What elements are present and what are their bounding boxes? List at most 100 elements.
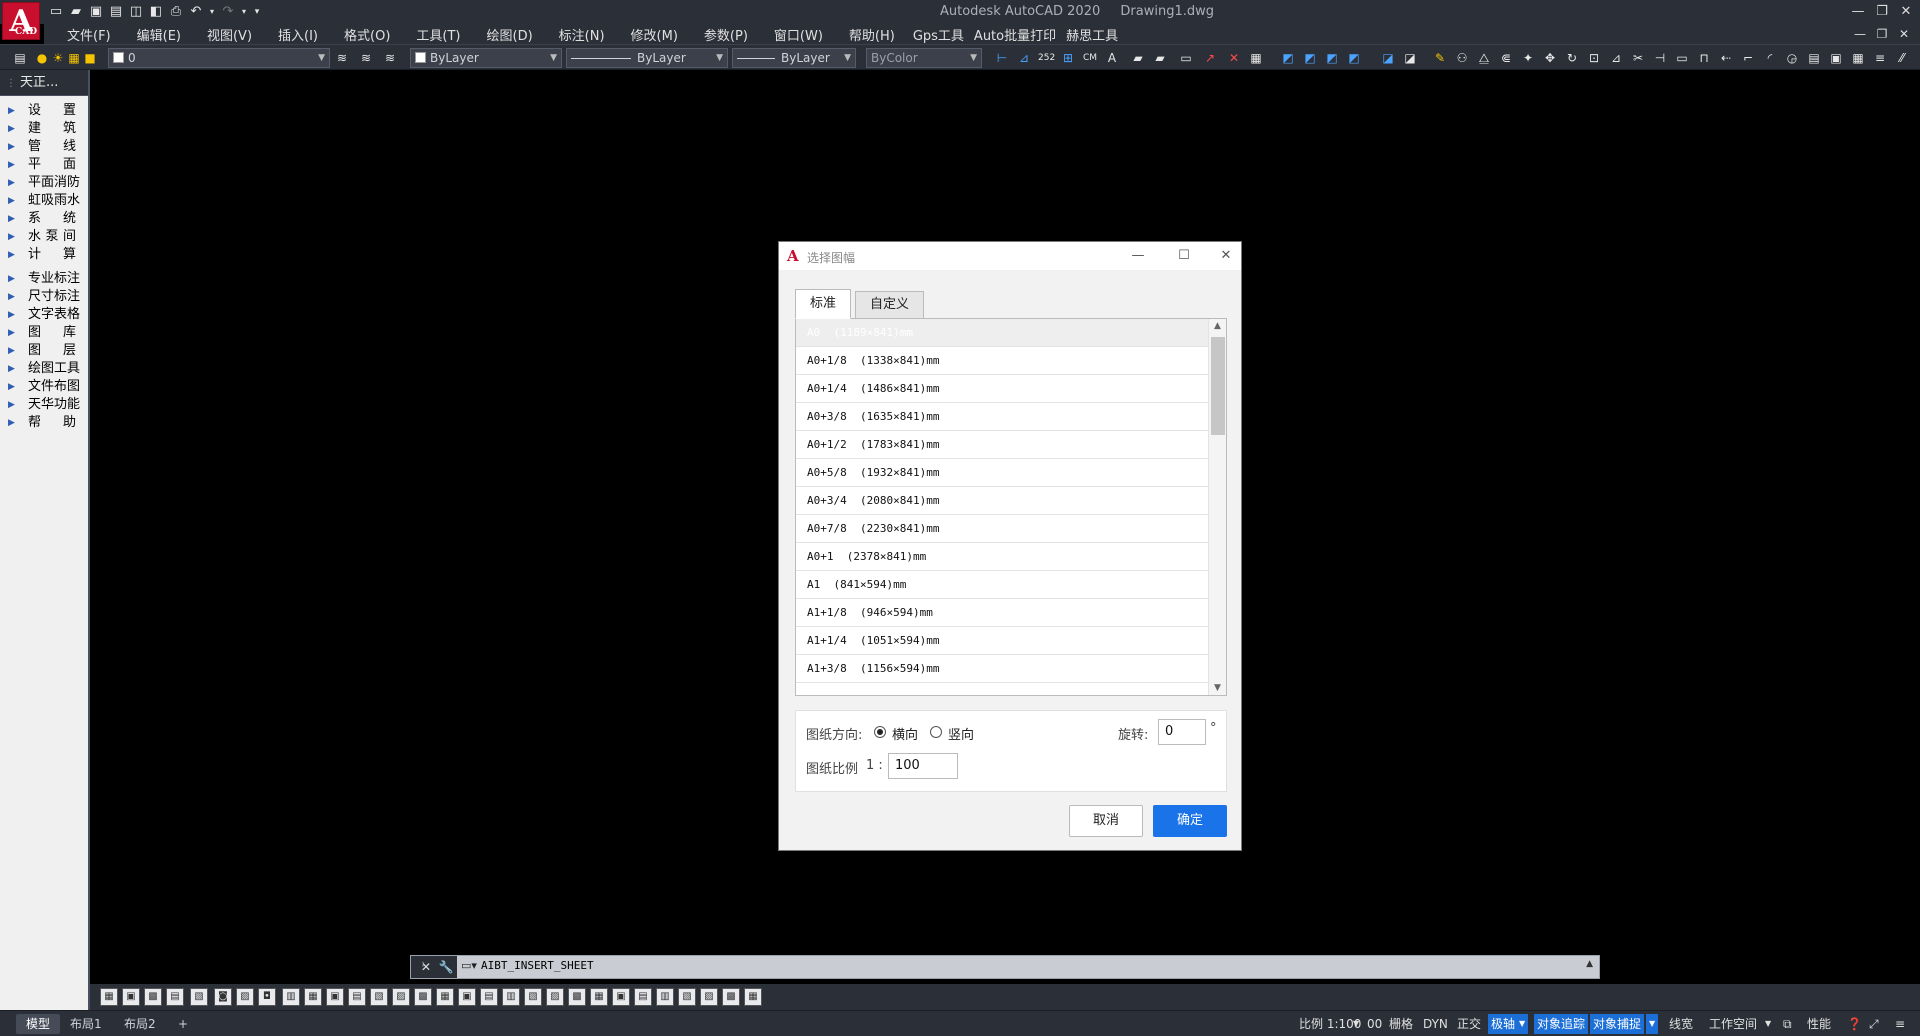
block-icon[interactable]: ▰ bbox=[1130, 50, 1146, 66]
tz-item-plan[interactable]: ▶ 平 面 bbox=[0, 156, 88, 174]
portrait-radio[interactable] bbox=[930, 726, 942, 738]
tab-standard[interactable]: 标准 bbox=[795, 289, 852, 319]
performance-toggle[interactable]: 性能 bbox=[1804, 1014, 1834, 1034]
lineweight-toggle[interactable]: 线宽 bbox=[1666, 1014, 1696, 1034]
erase-icon[interactable]: ✎ bbox=[1432, 50, 1448, 66]
offset-icon[interactable]: ⋐ bbox=[1498, 50, 1514, 66]
tz-item-architecture[interactable]: ▶ 建 筑 bbox=[0, 120, 88, 138]
menu-draw[interactable]: 绘图(D) bbox=[474, 25, 546, 44]
send-back-icon[interactable]: ◩ bbox=[1302, 50, 1318, 66]
list-item[interactable]: A1+1/8 (946×594)mm bbox=[796, 599, 1208, 627]
layer-manager-icon[interactable]: ▤ bbox=[12, 50, 28, 66]
grip-icon[interactable]: ⋮ bbox=[6, 78, 16, 89]
layer-thaw-icon[interactable]: ☀ bbox=[50, 50, 66, 66]
save-icon[interactable]: ▣ bbox=[88, 4, 104, 20]
dim-aligned-icon[interactable]: ⊿ bbox=[1016, 50, 1032, 66]
otrack-toggle[interactable]: 对象追踪 bbox=[1534, 1014, 1589, 1034]
menu-file[interactable]: 文件(F) bbox=[54, 25, 124, 44]
list-item[interactable]: A1 (841×594)mm bbox=[796, 571, 1208, 599]
tz-tool-22-icon[interactable]: ▩ bbox=[568, 988, 586, 1006]
tz-tool-25-icon[interactable]: ▤ bbox=[634, 988, 652, 1006]
bring-above-icon[interactable]: ◩ bbox=[1324, 50, 1340, 66]
tz-item-file-layout[interactable]: ▶ 文件布图 bbox=[0, 378, 88, 396]
menu-dimension[interactable]: 标注(N) bbox=[546, 25, 618, 44]
minimize-icon[interactable]: — bbox=[1848, 2, 1868, 22]
doc-minimize-icon[interactable]: — bbox=[1852, 26, 1868, 42]
list-item[interactable]: A1+3/8 (1156×594)mm bbox=[796, 655, 1208, 683]
tz-tool-8-icon[interactable]: ◘ bbox=[258, 988, 276, 1006]
doc-restore-icon[interactable]: ❐ bbox=[1874, 26, 1890, 42]
osnap-toggle[interactable]: 对象捕捉 bbox=[1590, 1014, 1645, 1034]
tz-tool-3-icon[interactable]: ▩ bbox=[144, 988, 162, 1006]
zoom-window-icon[interactable]: ⊞ bbox=[1060, 50, 1076, 66]
menu-batch-print[interactable]: Auto批量打印 bbox=[969, 25, 1061, 44]
tz-tool-7-icon[interactable]: ▨ bbox=[236, 988, 254, 1006]
arrow-icon[interactable]: ↗ bbox=[1202, 50, 1218, 66]
list-item[interactable]: A0+1/4 (1486×841)mm bbox=[796, 375, 1208, 403]
polar-dropdown-icon[interactable]: ▼ bbox=[1516, 1014, 1529, 1034]
tz-tool-14-icon[interactable]: ▨ bbox=[392, 988, 410, 1006]
list-item[interactable]: A0 (1189×841)mm bbox=[796, 319, 1208, 347]
tz-tool-20-icon[interactable]: ▧ bbox=[524, 988, 542, 1006]
move-icon[interactable]: ✥ bbox=[1542, 50, 1558, 66]
properties-icon[interactable]: ▣ bbox=[1828, 50, 1844, 66]
tz-item-tianhua-functions[interactable]: ▶ 天华功能 bbox=[0, 396, 88, 414]
tz-item-calculation[interactable]: ▶ 计 算 bbox=[0, 246, 88, 264]
extend-icon[interactable]: ⊣ bbox=[1652, 50, 1668, 66]
tz-tool-23-icon[interactable]: ▦ bbox=[590, 988, 608, 1006]
restore-icon[interactable]: ❐ bbox=[1872, 2, 1892, 22]
send-under-icon[interactable]: ◩ bbox=[1346, 50, 1362, 66]
break-icon[interactable]: ⊓ bbox=[1696, 50, 1712, 66]
tz-item-pump-room[interactable]: ▶ 水 泵 间 bbox=[0, 228, 88, 246]
explode-icon[interactable]: ▤ bbox=[1806, 50, 1822, 66]
dim-linear-icon[interactable]: ⊢ bbox=[994, 50, 1010, 66]
dialog-maximize-icon[interactable]: ☐ bbox=[1173, 246, 1195, 266]
list-item[interactable]: A0+5/8 (1932×841)mm bbox=[796, 459, 1208, 487]
text-252-icon[interactable]: 252 bbox=[1038, 50, 1055, 66]
doc-close-icon[interactable]: ✕ bbox=[1896, 26, 1912, 42]
tz-item-settings[interactable]: ▶ 设 置 bbox=[0, 102, 88, 120]
scroll-down-icon[interactable]: ▼ bbox=[1209, 683, 1226, 693]
save-as-icon[interactable]: ▤ bbox=[108, 4, 124, 20]
undo-dropdown-icon[interactable]: ▾ bbox=[208, 4, 216, 20]
menu-help[interactable]: 帮助(H) bbox=[836, 25, 908, 44]
menu-modify[interactable]: 修改(M) bbox=[618, 25, 691, 44]
polar-toggle[interactable]: 极轴 bbox=[1488, 1014, 1519, 1034]
dialog-minimize-icon[interactable]: — bbox=[1127, 246, 1149, 266]
tab-model[interactable]: 模型 bbox=[16, 1014, 61, 1034]
tz-tool-12-icon[interactable]: ▤ bbox=[348, 988, 366, 1006]
list-item[interactable]: A0+7/8 (2230×841)mm bbox=[796, 515, 1208, 543]
tz-tool-28-icon[interactable]: ▨ bbox=[700, 988, 718, 1006]
web-save-icon[interactable]: ◧ bbox=[148, 4, 164, 20]
web-open-icon[interactable]: ◫ bbox=[128, 4, 144, 20]
tz-tool-9-icon[interactable]: ▥ bbox=[282, 988, 300, 1006]
clean-screen-icon[interactable]: ⤢ bbox=[1866, 1014, 1882, 1034]
array-icon[interactable]: ✦ bbox=[1520, 50, 1536, 66]
tz-tool-6-icon[interactable]: ◙ bbox=[214, 988, 232, 1006]
open-file-icon[interactable]: ▰ bbox=[68, 4, 84, 20]
tz-item-special-annotation[interactable]: ▶ 专业标注 bbox=[0, 270, 88, 288]
print-icon[interactable]: ⎙ bbox=[168, 4, 184, 20]
insert-block-icon[interactable]: ▰ bbox=[1152, 50, 1168, 66]
tab-layout2[interactable]: 布局2 bbox=[114, 1014, 166, 1034]
wrench-icon[interactable]: 🔧 bbox=[435, 956, 457, 978]
tab-custom[interactable]: 自定义 bbox=[855, 291, 925, 319]
list-scrollbar[interactable]: ▲ ▼ bbox=[1208, 319, 1226, 695]
customize-icon[interactable]: ≡ bbox=[1892, 1014, 1908, 1034]
scale-icon[interactable]: ⊡ bbox=[1586, 50, 1602, 66]
help-icon[interactable]: ❓ bbox=[1844, 1014, 1865, 1034]
stretch-icon[interactable]: ⊿ bbox=[1608, 50, 1624, 66]
tz-tool-13-icon[interactable]: ▧ bbox=[370, 988, 388, 1006]
ortho-toggle[interactable]: 正交 bbox=[1454, 1014, 1484, 1034]
tz-item-siphon-rain[interactable]: ▶ 虹吸雨水 bbox=[0, 192, 88, 210]
command-text[interactable]: AIBT_INSERT_SHEET bbox=[481, 959, 594, 972]
blend-icon[interactable]: ◶ bbox=[1784, 50, 1800, 66]
table-icon[interactable]: ▦ bbox=[1850, 50, 1866, 66]
layer-previous-icon[interactable]: ≋ bbox=[358, 50, 374, 66]
list-item[interactable]: A1+1/4 (1051×594)mm bbox=[796, 627, 1208, 655]
tz-tool-29-icon[interactable]: ▩ bbox=[722, 988, 740, 1006]
landscape-radio[interactable] bbox=[874, 726, 886, 738]
tz-tool-11-icon[interactable]: ▣ bbox=[326, 988, 344, 1006]
tz-item-system[interactable]: ▶ 系 统 bbox=[0, 210, 88, 228]
list-item[interactable]: A0+1/8 (1338×841)mm bbox=[796, 347, 1208, 375]
